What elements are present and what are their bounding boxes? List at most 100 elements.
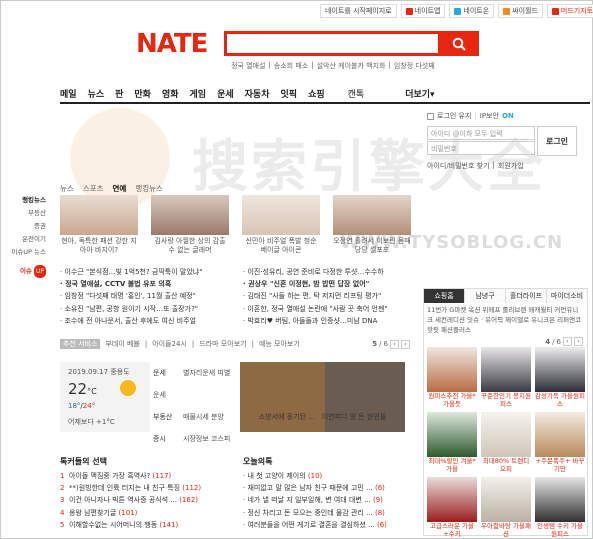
product-image: [427, 412, 477, 457]
side-item[interactable]: 운전이기: [10, 233, 46, 246]
find-account-link[interactable]: 아이디/비밀번호 찾기: [427, 161, 490, 171]
keyword-link[interactable]: 설악산 케이블카 백지화: [317, 61, 386, 71]
start-page-link[interactable]: 네이트를 시작페이지로: [320, 4, 397, 18]
keep-login-checkbox[interactable]: [427, 112, 434, 120]
nav-fortune[interactable]: 운세: [217, 87, 234, 100]
talk-item[interactable]: · 여러분들을 어떤 게기로 결혼을 결심하셨 ... (6): [243, 519, 387, 531]
nav-mail[interactable]: 메일: [60, 87, 77, 100]
product-card[interactable]: 인생템 수키 가을원피스: [535, 477, 585, 539]
side-item[interactable]: 증권: [10, 220, 46, 233]
news-photo: [151, 195, 229, 235]
tab-shop[interactable]: 남녕구: [465, 289, 506, 303]
info-row[interactable]: 부동산 매물시세 분양: [153, 406, 235, 428]
product-card[interactable]: +주문폭주+ 바꾸기만: [535, 412, 585, 474]
news-thumb[interactable]: 오정연 홀려서 이보린 몸매 당당 셀포포: [333, 195, 411, 255]
cyworld-link[interactable]: 싸이월드: [498, 4, 543, 18]
side-item[interactable]: 랭킹뉴스: [10, 194, 46, 207]
headline[interactable]: · 이진·성유리, 공연 준비로 다정한 투샷…수수하: [243, 266, 423, 278]
product-card[interactable]: 최대%할인 겨울*가을: [427, 412, 477, 474]
nav-shopping[interactable]: 쇼핑: [308, 87, 325, 100]
prev-arrow-icon[interactable]: ‹: [563, 337, 572, 346]
ip-security-label[interactable]: IP보안: [480, 111, 499, 121]
nav-game[interactable]: 게임: [190, 87, 207, 100]
talk-item[interactable]: · 내 첫 고양이 제이의 (10): [243, 470, 387, 482]
tab-entertainment[interactable]: 연예: [113, 183, 127, 194]
talk-item[interactable]: 1 아이돌 맥짐중 가장 흑역사? (117): [60, 470, 201, 482]
info-row[interactable]: 운세 별자리운세 띠별운세: [153, 362, 235, 406]
product-card[interactable]: 감성가득 가을원피스: [535, 347, 585, 409]
service-link[interactable]: 부데이 베뷸: [105, 339, 139, 349]
ip-security-state[interactable]: ON: [502, 112, 514, 120]
product-caption: +주문폭주+ 바꾸기만: [535, 457, 585, 473]
nav-cantalk[interactable]: 캔톡: [348, 87, 365, 100]
talk-item[interactable]: · 정신 차리고 돈 모으는 중인데 물감 관리 ... (8): [243, 507, 387, 519]
headline[interactable]: · 이혼한, 정국 열애설 논란에 "사람 곳 축어 언젠": [243, 303, 423, 315]
tab-sports[interactable]: 스포츠: [83, 183, 104, 194]
headline-list-right: · 이진·성유리, 공연 준비로 다정한 투샷…수수하 · 권상우 "신흔 이정…: [243, 266, 423, 327]
news-thumb[interactable]: 신민아 비주얼 폭발 청순 베이글 아이콘: [242, 195, 320, 255]
tab-ranking[interactable]: 랭킹뉴스: [135, 183, 163, 194]
nateapp-link[interactable]: 네이트앱: [400, 4, 446, 18]
info-row[interactable]: 증시 시장정보 코스피: [153, 428, 235, 450]
tab-shop[interactable]: 마이더소비: [547, 289, 587, 303]
mud-link[interactable]: 머드기지토: [546, 4, 593, 18]
service-link[interactable]: 예능 모아보기: [259, 339, 300, 349]
service-link[interactable]: 드라마 모아보기: [199, 339, 246, 349]
password-field[interactable]: 비밀번호: [427, 141, 535, 155]
nav-car[interactable]: 자동차: [245, 87, 270, 100]
product-card[interactable]: 최대80% 트렌디오피: [481, 412, 531, 474]
talk-item[interactable]: 5 이해할수없는 시어머니의 행동 (141): [60, 519, 201, 531]
nav-comic[interactable]: 만화: [134, 87, 151, 100]
side-item-issue[interactable]: 이슈: [20, 267, 32, 275]
service-link[interactable]: 아이들24시: [152, 339, 187, 349]
tab-shop-home[interactable]: 쇼핑홈: [424, 289, 465, 303]
product-card[interactable]: 원피스추천 가을*가을듯: [427, 347, 477, 409]
talk-item[interactable]: · 네가 낼 떠날 지 일부일해, 변 여대 대변 ... (9): [243, 494, 387, 506]
tab-shop[interactable]: 홀더라이프: [506, 289, 547, 303]
next-arrow-icon[interactable]: ›: [574, 337, 583, 346]
nav-itpick[interactable]: 잇픽: [281, 87, 298, 100]
headline[interactable]: · 김태진 "사들 하는 편, 탁 저지먼 리프팅 평가": [243, 290, 423, 302]
login-box: 로그인 유지 | IP보안 ON 아이디 @이하 모두 입력 비밀번호 로그인 …: [427, 108, 587, 173]
headline[interactable]: · 정국 열애설, CCTV 불법 유포 의혹: [60, 278, 240, 290]
nav-pann[interactable]: 판: [115, 87, 123, 100]
tab-news[interactable]: 뉴스: [60, 183, 74, 194]
nate-logo[interactable]: NATE: [136, 29, 208, 59]
sun-icon: [120, 380, 136, 396]
side-item[interactable]: 부동산: [10, 207, 46, 220]
keyword-link[interactable]: 정국 열애설: [231, 61, 265, 71]
talk-item[interactable]: · 재미없고 말 많은 남자 친구 때문에 고민 ... (6): [243, 482, 387, 494]
product-card[interactable]: 고급스러운 가을+수키: [427, 477, 477, 539]
search-input[interactable]: [227, 34, 437, 53]
nav-news[interactable]: 뉴스: [88, 87, 105, 100]
news-thumb[interactable]: 김사랑 아찔한 상의 감출 수 없는 글래머: [151, 195, 229, 255]
nav-more[interactable]: 더보기▾: [405, 87, 434, 100]
product-card[interactable]: 우아함바탕 가을패션: [481, 477, 531, 539]
talk-item[interactable]: 4 옹왕 남편찾기글 (101): [60, 507, 201, 519]
weather-widget[interactable]: 2019.09.17 종용도 22°C 18°/24° 어제보다 +1°C: [60, 362, 150, 432]
headline[interactable]: · 이수근 "본식점…빛 1억5천? 금딱툭이 말았냐": [60, 266, 240, 278]
nav-movie[interactable]: 영화: [162, 87, 179, 100]
side-item[interactable]: 이슈UP 뉴스: [10, 246, 46, 259]
join-link[interactable]: 회원가입: [498, 161, 524, 171]
keyword-link[interactable]: 임창정 다섯째: [394, 61, 435, 71]
next-arrow-icon[interactable]: ›: [401, 339, 410, 349]
headline[interactable]: · 박효리♥ 버팀, 아들들과 인증샷…미남 DNA: [243, 315, 423, 327]
shop-categories[interactable]: 11번가 G마켓 옥션 위메프 롤리브랜 매캐월티 커먼유니크 세컨레디션 잇슈…: [424, 303, 587, 337]
headline[interactable]: · 권상우 "신흔 이정현, 밤 밥떤 답장 없어": [243, 278, 423, 290]
prev-arrow-icon[interactable]: ‹: [390, 339, 399, 349]
id-field[interactable]: 아이디 @이하 모두 입력: [427, 126, 535, 140]
nateon-link[interactable]: 네이트온: [449, 4, 495, 18]
talk-item[interactable]: 3 이건 아니자나 빅튼 역사증 공식석 ... (162): [60, 494, 201, 506]
product-caption: 최대%할인 겨울*가을: [428, 457, 476, 473]
login-button[interactable]: 로그인: [537, 126, 577, 156]
talk-item[interactable]: 2 **)원빙한데 인륙 터지는 내 친구 특징 (112): [60, 482, 201, 494]
search-button[interactable]: [438, 31, 479, 56]
news-thumb[interactable]: 현아, 독특한 패션 강한 지아아 바지이?: [60, 195, 138, 255]
product-card[interactable]: 꾸준한인기 봉지원피스: [481, 347, 531, 409]
headline[interactable]: · 조수애 전 아나운서, 출산 후에도 여신 비주얼: [60, 315, 240, 327]
talk-list-left: 1 아이돌 맥짐중 가장 흑역사? (117) 2 **)원빙한데 인륙 터지는 내…: [60, 470, 201, 531]
headline[interactable]: · 소유진 "남편, 공항 원이기 시작…또 출장가?": [60, 303, 240, 315]
keyword-link[interactable]: 송소희 패소: [274, 61, 308, 71]
headline[interactable]: · 임창정 "다섯째 태명 '홍인', 11월 출산 예정": [60, 290, 240, 302]
